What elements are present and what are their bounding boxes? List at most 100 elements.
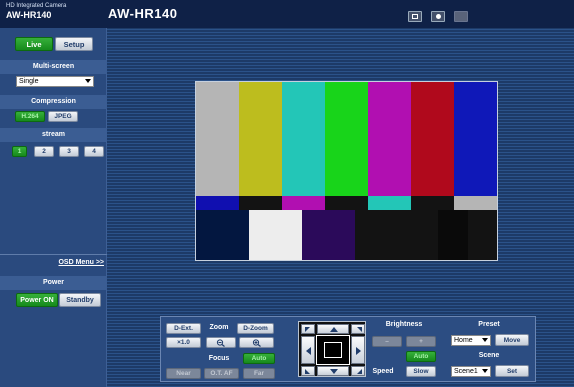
scene-select[interactable]: Scene1 <box>451 366 491 377</box>
color-bar <box>368 196 411 210</box>
color-bar <box>325 82 368 196</box>
preset-select[interactable]: Home <box>451 335 491 346</box>
zoom-label: Zoom <box>209 324 229 331</box>
color-bar <box>249 210 302 260</box>
speed-label: Speed <box>372 368 394 375</box>
compression-heading: Compression <box>0 95 107 109</box>
chevron-down-icon <box>85 79 91 83</box>
brand-subtitle: HD Integrated Camera <box>6 3 67 9</box>
snapshot-icon[interactable] <box>431 11 445 22</box>
ptz-drag-area[interactable] <box>316 335 350 365</box>
h264-button[interactable]: H.264 <box>15 111 45 122</box>
live-button[interactable]: Live <box>15 37 53 51</box>
pan-up-right-button[interactable] <box>351 324 365 334</box>
scene-label: Scene <box>478 352 500 359</box>
stream-1-button[interactable]: 1 <box>12 146 27 157</box>
pan-right-button[interactable] <box>351 336 365 364</box>
osd-menu-link[interactable]: OSD Menu >> <box>0 259 104 266</box>
standby-button[interactable]: Standby <box>59 293 101 307</box>
color-bar <box>408 210 438 260</box>
pan-down-left-button[interactable] <box>301 366 315 376</box>
color-bar <box>196 82 239 196</box>
stream-2-button[interactable]: 2 <box>34 146 54 157</box>
color-bar <box>355 210 408 260</box>
brightness-label: Brightness <box>385 321 423 328</box>
color-bar <box>196 210 249 260</box>
d-zoom-button[interactable]: D-Zoom <box>237 323 274 334</box>
pan-down-right-button[interactable] <box>351 366 365 376</box>
top-bar: HD Integrated Camera AW-HR140 AW-HR140 <box>0 0 574 28</box>
color-bar <box>196 196 239 210</box>
multi-screen-heading: Multi-screen <box>0 60 107 74</box>
color-bar <box>438 210 468 260</box>
tilt-down-button[interactable] <box>317 366 349 376</box>
speed-button[interactable]: Slow <box>406 366 436 377</box>
arrow-down-left-icon <box>305 369 310 374</box>
color-bar <box>282 82 325 196</box>
brightness-auto-button[interactable]: Auto <box>406 351 436 362</box>
chevron-down-icon <box>482 369 488 373</box>
color-bar <box>454 196 497 210</box>
video-preview[interactable] <box>195 81 498 261</box>
color-bar <box>239 196 282 210</box>
color-bar <box>302 210 355 260</box>
divider <box>0 254 107 255</box>
arrow-left-icon <box>306 347 311 355</box>
grid-icon[interactable] <box>408 11 422 22</box>
arrow-down-icon <box>330 369 338 374</box>
d-ext-button[interactable]: D-Ext. <box>166 323 201 334</box>
pan-left-button[interactable] <box>301 336 315 364</box>
color-bar <box>239 82 282 196</box>
stream-4-button[interactable]: 4 <box>84 146 104 157</box>
color-bar <box>282 196 325 210</box>
stream-3-button[interactable]: 3 <box>59 146 79 157</box>
tilt-up-button[interactable] <box>317 324 349 334</box>
zoom-out-icon <box>216 338 225 347</box>
focus-near-button: Near <box>166 368 201 379</box>
brightness-plus-button: + <box>406 336 436 347</box>
color-bars-top <box>196 82 497 196</box>
color-bars-bottom <box>196 210 497 260</box>
chevron-down-icon <box>482 338 488 342</box>
scene-value: Scene1 <box>454 368 478 375</box>
zoom-value: ×1.0 <box>166 337 201 348</box>
color-bars-middle <box>196 196 497 210</box>
power-heading: Power <box>0 276 107 290</box>
multi-screen-value: Single <box>19 78 39 85</box>
page-title: AW-HR140 <box>108 6 178 21</box>
focus-far-button: Far <box>243 368 275 379</box>
color-bar <box>325 196 368 210</box>
color-bar <box>411 196 454 210</box>
zoom-in-icon <box>252 338 261 347</box>
preset-label: Preset <box>478 321 500 328</box>
arrow-up-icon <box>330 327 338 332</box>
setup-button[interactable]: Setup <box>55 37 93 51</box>
multi-screen-select[interactable]: Single <box>16 76 94 87</box>
stream-heading: stream <box>0 128 107 142</box>
pan-up-left-button[interactable] <box>301 324 315 334</box>
zoom-out-button[interactable] <box>206 337 236 348</box>
sidebar: Live Setup Multi-screen Single Compressi… <box>0 28 107 387</box>
arrow-right-icon <box>356 347 361 355</box>
scene-set-button[interactable]: Set <box>495 365 529 377</box>
camera-control-panel: D-Ext. Zoom D-Zoom ×1.0 Focus Auto Near … <box>160 316 536 382</box>
power-on-button[interactable]: Power ON <box>16 293 58 307</box>
color-bar <box>468 210 497 260</box>
pan-tilt-pad[interactable] <box>298 321 366 377</box>
color-bar <box>368 82 411 196</box>
color-bar <box>411 82 454 196</box>
zoom-in-button[interactable] <box>239 337 274 348</box>
focus-auto-button[interactable]: Auto <box>243 353 275 364</box>
ot-af-button: O.T. AF <box>204 368 239 379</box>
brand-model: AW-HR140 <box>6 10 52 20</box>
brightness-minus-button: – <box>372 336 402 347</box>
arrow-up-left-icon <box>305 327 310 332</box>
focus-label: Focus <box>208 355 230 362</box>
jpeg-button[interactable]: JPEG <box>48 111 78 122</box>
disabled-icon <box>454 11 468 22</box>
arrow-up-right-icon <box>357 327 362 332</box>
preset-value: Home <box>454 337 473 344</box>
arrow-down-right-icon <box>357 369 362 374</box>
color-bar <box>454 82 497 196</box>
preset-move-button[interactable]: Move <box>495 334 529 346</box>
